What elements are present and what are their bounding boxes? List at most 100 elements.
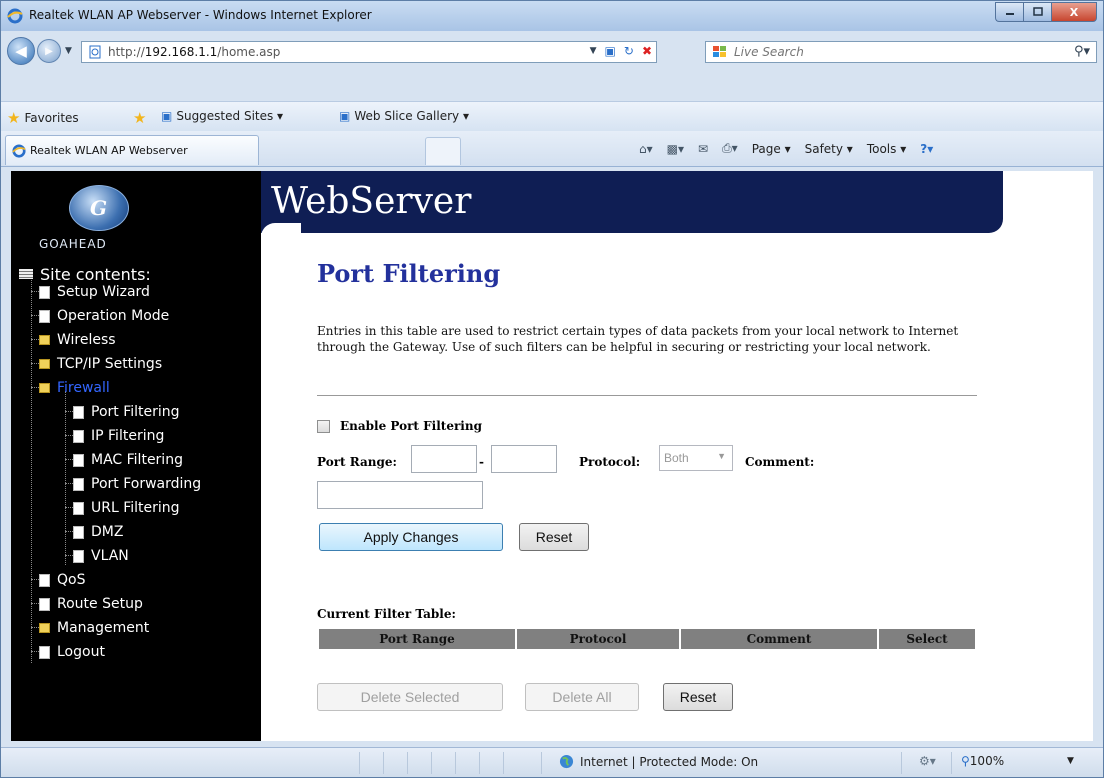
page-menu[interactable]: Page ▾ (752, 142, 791, 156)
port-range-start-input[interactable] (411, 445, 477, 473)
web-slice-gallery-label: Web Slice Gallery ▾ (354, 109, 469, 123)
url-text: http://192.168.1.1/home.asp (108, 45, 281, 59)
apply-changes-button[interactable]: Apply Changes (319, 523, 503, 551)
back-button[interactable]: ◀ (7, 37, 35, 65)
sidebar-item-vlan[interactable]: VLAN (73, 547, 129, 565)
folder-icon (39, 623, 50, 633)
page-icon (73, 501, 84, 515)
search-input[interactable] (734, 45, 1054, 59)
page-icon (39, 309, 50, 323)
protocol-select[interactable]: Both ▼ (659, 445, 733, 471)
favorites-button[interactable]: ★ Favorites (7, 109, 79, 127)
favorites-label: Favorites (24, 111, 79, 125)
protocol-selected-value: Both (664, 451, 689, 465)
recent-pages-dropdown-icon[interactable]: ▼ (65, 46, 72, 56)
zoom-level[interactable]: ⚲100% (961, 754, 1004, 768)
sidebar-item-route-setup[interactable]: Route Setup (39, 595, 143, 613)
zoom-dropdown-icon[interactable]: ▼ (1067, 756, 1074, 766)
sidebar-item-setup-wizard[interactable]: Setup Wizard (39, 283, 150, 301)
minimize-button[interactable] (995, 2, 1023, 22)
table-header-protocol: Protocol (517, 629, 679, 649)
tree-root-icon (19, 269, 33, 279)
sidebar-item-qos[interactable]: QoS (39, 571, 85, 589)
site-contents-root: Site contents: (19, 265, 151, 284)
back-arrow-icon: ◀ (15, 42, 27, 60)
enable-port-filtering-checkbox[interactable] (317, 419, 330, 433)
delete-all-button[interactable]: Delete All (525, 683, 639, 711)
tools-menu[interactable]: Tools ▾ (867, 142, 906, 156)
tab-active[interactable]: Realtek WLAN AP Webserver (5, 135, 259, 165)
sidebar-item-port-forwarding[interactable]: Port Forwarding (73, 475, 201, 493)
safety-menu[interactable]: Safety ▾ (805, 142, 853, 156)
close-button[interactable]: X (1051, 2, 1097, 22)
refresh-icon[interactable]: ↻ (624, 44, 634, 58)
tab-title: Realtek WLAN AP Webserver (30, 144, 188, 157)
read-mail-icon[interactable]: ✉ (698, 142, 708, 156)
new-tab-button[interactable] (425, 137, 461, 165)
add-to-favorites-bar-button[interactable]: ★ (133, 109, 146, 127)
globe-icon (559, 754, 574, 769)
window-title: Realtek WLAN AP Webserver - Windows Inte… (29, 8, 372, 22)
maximize-icon (1032, 7, 1043, 16)
zone-text: Internet | Protected Mode: On (580, 754, 759, 769)
sidebar-item-management[interactable]: Management (39, 619, 149, 637)
logo-text: GOAHEAD (39, 237, 107, 251)
stop-icon[interactable]: ✖ (642, 44, 652, 58)
page-icon (73, 525, 84, 539)
page-icon (39, 285, 50, 299)
enable-port-filtering-label: Enable Port Filtering (340, 419, 482, 433)
forward-button[interactable]: ▶ (37, 39, 61, 63)
goahead-logo: G (69, 185, 129, 231)
internet-explorer-icon (7, 8, 23, 24)
tab-row: Realtek WLAN AP Webserver ⌂▾ ▩▾ ✉ ⎙▾ Pag… (1, 131, 1103, 167)
address-field[interactable]: http://192.168.1.1/home.asp ▼ ▣ ↻ ✖ (81, 41, 657, 63)
maximize-button[interactable] (1023, 2, 1051, 22)
sidebar-item-url-filtering[interactable]: URL Filtering (73, 499, 180, 517)
search-box[interactable]: ⚲▾ (705, 41, 1097, 63)
search-icon[interactable]: ⚲▾ (1074, 44, 1090, 59)
ie-page-icon: ▣ (161, 109, 173, 123)
page-content: G GOAHEAD Site contents: Setup Wizard Op… (11, 171, 1093, 741)
feeds-icon[interactable]: ▩▾ (667, 142, 684, 156)
sidebar-item-operation-mode[interactable]: Operation Mode (39, 307, 169, 325)
page-icon (73, 549, 84, 563)
address-dropdown-icon[interactable]: ▼ (590, 46, 597, 56)
table-header-select: Select (879, 629, 975, 649)
address-row: ◀ ▶ ▼ http://192.168.1.1/home.asp ▼ ▣ ↻ … (1, 33, 1103, 69)
ie-page-icon: ▣ (339, 109, 351, 123)
port-range-end-input[interactable] (491, 445, 557, 473)
reset-table-button[interactable]: Reset (663, 683, 733, 711)
page-icon (39, 573, 50, 587)
home-icon[interactable]: ⌂▾ (639, 142, 653, 156)
folder-icon (39, 335, 50, 345)
filter-table: Port Range Protocol Comment Select (317, 627, 977, 651)
security-zone[interactable]: Internet | Protected Mode: On (559, 754, 758, 769)
chevron-down-icon: ▼ (717, 451, 726, 461)
addons-icon[interactable]: ⚙▾ (919, 754, 936, 768)
suggested-sites-link[interactable]: ▣ Suggested Sites ▾ (161, 109, 283, 123)
port-range-label: Port Range: (317, 455, 397, 469)
page-icon (73, 429, 84, 443)
sidebar-item-port-filtering[interactable]: Port Filtering (73, 403, 180, 421)
delete-selected-button[interactable]: Delete Selected (317, 683, 503, 711)
sidebar-item-wireless[interactable]: Wireless (39, 331, 116, 349)
sidebar: G GOAHEAD Site contents: Setup Wizard Op… (11, 171, 261, 741)
port-range-separator: - (479, 455, 484, 469)
sidebar-item-tcpip-settings[interactable]: TCP/IP Settings (39, 355, 162, 373)
compatibility-view-icon[interactable]: ▣ (605, 44, 616, 58)
command-bar: ⌂▾ ▩▾ ✉ ⎙▾ Page ▾ Safety ▾ Tools ▾ ?▾ (639, 141, 933, 156)
sidebar-item-mac-filtering[interactable]: MAC Filtering (73, 451, 183, 469)
reset-button[interactable]: Reset (519, 523, 589, 551)
sidebar-item-ip-filtering[interactable]: IP Filtering (73, 427, 164, 445)
favorites-bar: ★ Favorites ★ ▣ Suggested Sites ▾ ▣ Web … (1, 101, 1103, 131)
web-slice-gallery-link[interactable]: ▣ Web Slice Gallery ▾ (339, 109, 469, 123)
comment-input[interactable] (317, 481, 483, 509)
sidebar-item-logout[interactable]: Logout (39, 643, 105, 661)
sidebar-item-dmz[interactable]: DMZ (73, 523, 123, 541)
help-menu[interactable]: ?▾ (920, 142, 933, 156)
close-icon: X (1069, 5, 1079, 19)
page-icon (73, 405, 84, 419)
sidebar-item-firewall[interactable]: Firewall (39, 379, 110, 397)
print-icon[interactable]: ⎙▾ (722, 141, 738, 156)
comment-label: Comment: (745, 455, 815, 469)
